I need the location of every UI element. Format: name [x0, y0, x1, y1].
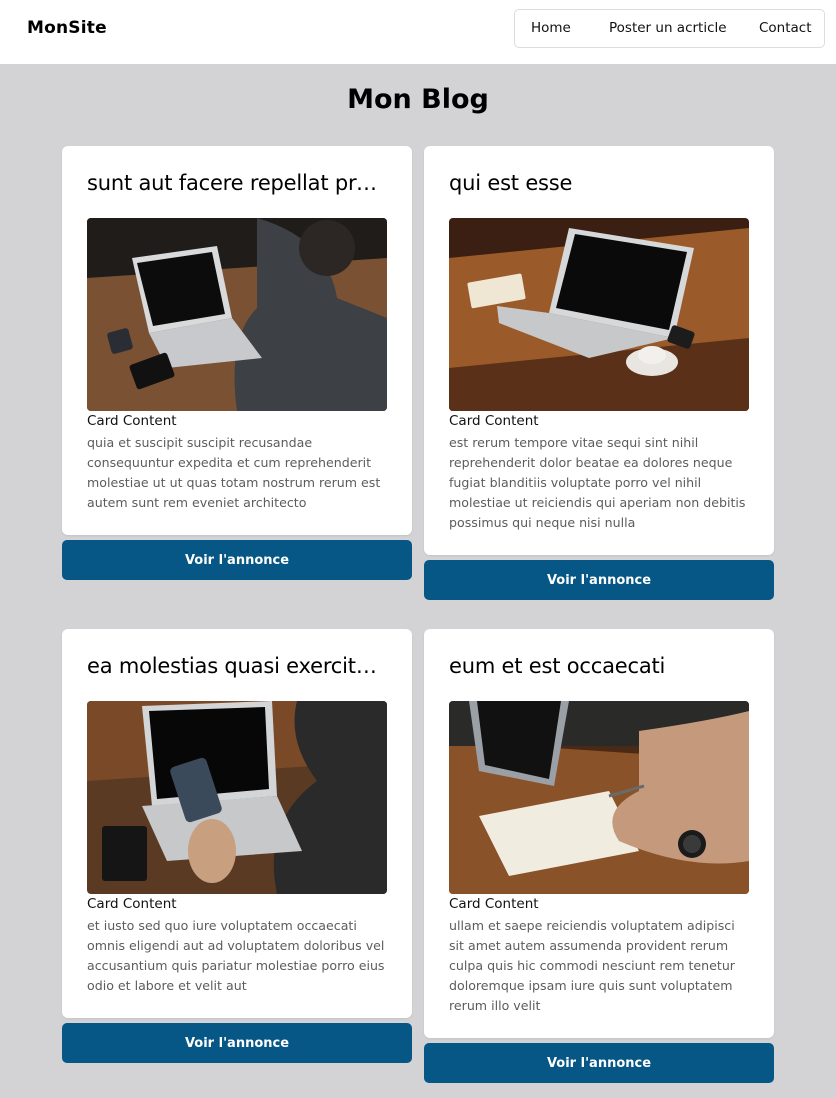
nav-menu: Home Poster un acrticle Contact: [514, 9, 825, 48]
card-image: [87, 701, 387, 894]
card-body: est rerum tempore vitae sequi sint nihil…: [449, 435, 746, 530]
site-brand[interactable]: MonSite: [27, 18, 107, 38]
card-title: eum et est occaecati: [449, 654, 666, 678]
card-image: [449, 701, 749, 894]
laptop-photo-icon: [449, 218, 749, 411]
blog-card: eum et est occaecati Card Content ullam …: [424, 629, 774, 1038]
card-subtitle: Card Content: [449, 413, 539, 429]
view-listing-button[interactable]: Voir l'annonce: [62, 1023, 412, 1063]
card-image: [449, 218, 749, 411]
top-navbar: MonSite Home Poster un acrticle Contact: [0, 0, 836, 64]
laptop-photo-icon: [449, 701, 749, 894]
nav-post-article-link[interactable]: Poster un acrticle: [609, 20, 727, 36]
card-title: ea molestias quasi exercitationem repell…: [87, 654, 387, 678]
nav-contact-link[interactable]: Contact: [759, 20, 812, 36]
view-listing-button[interactable]: Voir l'annonce: [62, 540, 412, 580]
blog-card: sunt aut facere repellat provident occae…: [62, 146, 412, 535]
card-body: et iusto sed quo iure voluptatem occaeca…: [87, 918, 385, 993]
card-subtitle: Card Content: [87, 896, 177, 912]
view-listing-button[interactable]: Voir l'annonce: [424, 1043, 774, 1083]
card-body: ullam et saepe reiciendis voluptatem adi…: [449, 918, 735, 1013]
view-listing-button[interactable]: Voir l'annonce: [424, 560, 774, 600]
card-title: sunt aut facere repellat provident occae…: [87, 171, 387, 195]
card-subtitle: Card Content: [87, 413, 177, 429]
laptop-photo-icon: [87, 701, 387, 894]
card-image: [87, 218, 387, 411]
card-subtitle: Card Content: [449, 896, 539, 912]
laptop-photo-icon: [87, 218, 387, 411]
blog-card: ea molestias quasi exercitationem repell…: [62, 629, 412, 1018]
page-title: Mon Blog: [347, 84, 489, 115]
nav-home-link[interactable]: Home: [531, 20, 571, 36]
blog-card: qui est esse Card Content est rerum temp…: [424, 146, 774, 555]
card-title: qui est esse: [449, 171, 573, 195]
card-body: quia et suscipit suscipit recusandae con…: [87, 435, 381, 510]
